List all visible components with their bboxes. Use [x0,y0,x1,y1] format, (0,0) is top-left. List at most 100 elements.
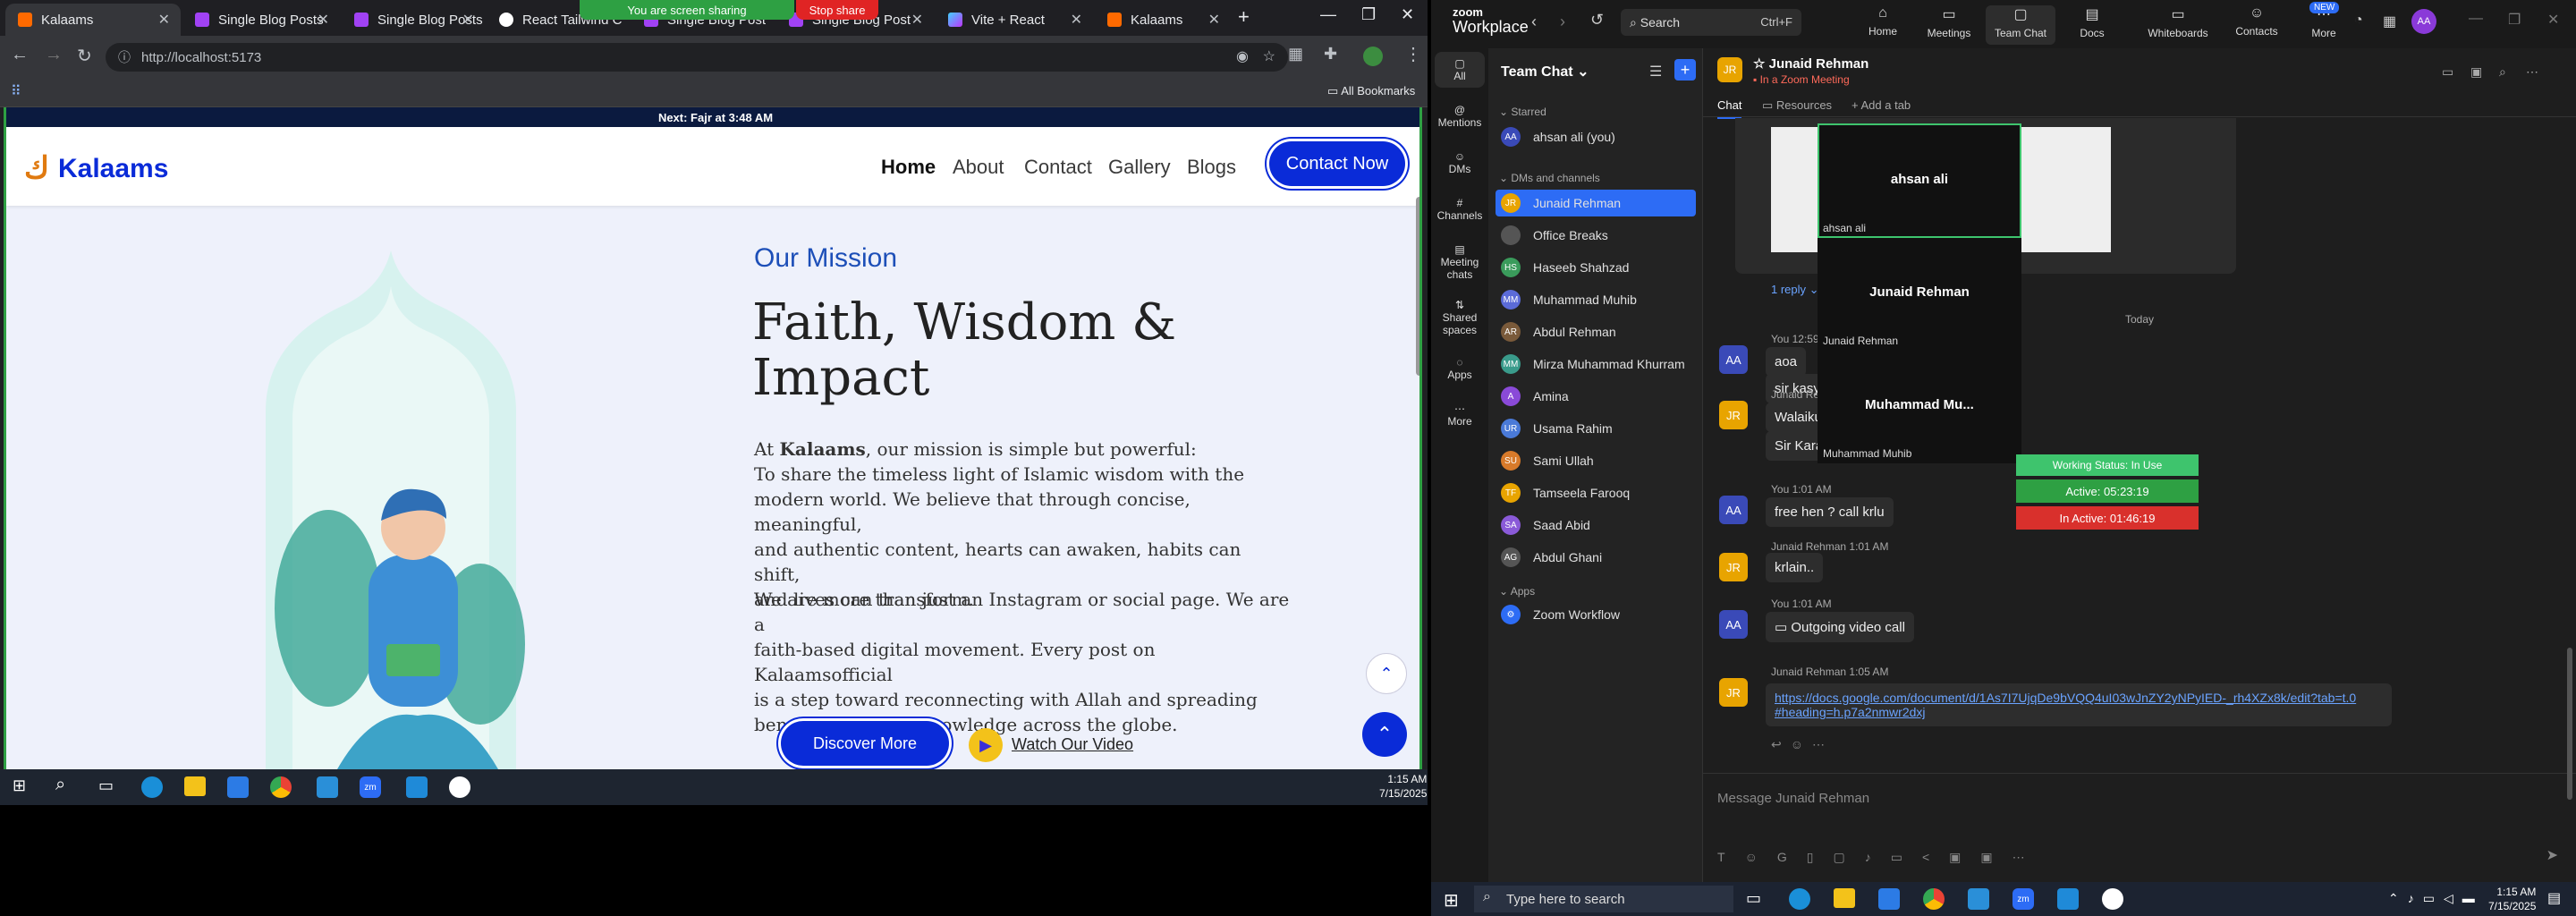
tab-resources[interactable]: ▭ Resources [1762,98,1832,113]
avatar[interactable]: JR [1719,553,1748,581]
windows-start-icon[interactable]: ⊞ [1444,889,1459,912]
list-item[interactable]: TF Tamseela Farooq [1496,479,1696,506]
video-tile-1[interactable]: ahsan ali ahsan ali [1818,123,2021,238]
calendar-icon[interactable]: ▦ [2383,13,2396,30]
close-icon[interactable]: ✕ [1208,11,1220,29]
mic-icon[interactable]: ♪ [1865,850,1891,864]
app-icon[interactable]: ▣ [1949,850,1980,864]
list-item[interactable]: HS Haseeb Shahzad [1496,254,1696,281]
file-explorer-icon[interactable] [1834,888,1855,908]
list-item[interactable]: SA Saad Abid [1496,512,1696,539]
task-view-icon[interactable]: ▭ [98,776,114,795]
vscode-blue-icon[interactable] [1968,888,1989,910]
message-composer[interactable]: Message Junaid Rehman T☺G▯▢♪▭<▣▣⋯ ➤ [1717,780,2558,877]
list-item[interactable]: UR Usama Rahim [1496,415,1696,442]
file-explorer-icon[interactable] [184,776,206,796]
puzzle-icon[interactable]: ✚ [1324,45,1337,64]
extensions-icon[interactable]: ▦ [1288,45,1303,64]
message-author[interactable]: Junaid Rehman [1771,666,1846,678]
rail-all[interactable]: ▢ All [1435,52,1485,88]
vscode-blue-icon[interactable] [317,776,338,798]
code-icon[interactable]: < [1922,850,1949,864]
zoom-search-input[interactable]: ⌕ Search Ctrl+F [1621,9,1801,36]
list-item-zoom-workflow[interactable]: ⚙ Zoom Workflow [1496,601,1696,628]
rail-more[interactable]: ⋯ More [1431,403,1488,428]
list-item[interactable]: MM Mirza Muhammad Khurram [1496,351,1696,377]
filter-icon[interactable]: ☰ [1649,63,1662,81]
play-icon[interactable]: ▶ [969,728,1003,762]
forward-icon[interactable]: → [45,45,63,65]
page-scrollbar[interactable] [1416,197,1419,376]
search-icon[interactable]: ⌕ [2499,64,2506,80]
tab-home[interactable]: ⌂ Home [1852,5,1914,45]
rail-dms[interactable]: ☺ DMs [1431,150,1488,175]
starred-section[interactable]: ⌄ Starred [1499,106,1546,118]
site-logo[interactable]: Kalaams [58,154,168,184]
video-call-icon[interactable]: ▭ [2442,64,2453,80]
chat-scrollbar[interactable] [2567,648,2572,800]
video-tile-3[interactable]: Muhammad Mu... Muhammad Muhib [1818,351,2021,463]
avatar[interactable]: AA [2411,9,2436,34]
tab-contacts[interactable]: ☺ Contacts [2225,5,2288,45]
message-link[interactable]: #heading=h.p7a2nmwr2dxj [1775,705,2383,719]
list-item[interactable]: AG Abdul Ghani [1496,544,1696,571]
chrome-icon[interactable] [270,776,292,798]
dms-channels-section[interactable]: ⌄ DMs and channels [1499,172,1600,184]
minimize-button[interactable]: — [1320,5,1336,24]
more-icon[interactable]: ⋯ [2526,64,2538,80]
reload-icon[interactable]: ↻ [77,45,92,67]
browser-tab-7[interactable]: Vite + React ✕ [936,4,1093,36]
chat-header-name[interactable]: ☆ Junaid Rehman [1753,55,1868,72]
minimize-button[interactable]: — [2469,11,2483,27]
list-item[interactable]: Office Breaks [1496,222,1696,249]
zoom-app-icon[interactable]: zm [2012,888,2034,910]
close-icon[interactable]: ✕ [462,11,474,29]
browser-tab-8[interactable]: Kalaams ✕ [1095,4,1231,36]
maximize-button[interactable]: ❐ [2508,11,2521,29]
tab-whiteboards[interactable]: ▭ Whiteboards [2138,5,2218,45]
nav-blogs[interactable]: Blogs [1187,156,1236,179]
edge-icon[interactable] [1789,888,1810,910]
new-chat-button[interactable]: + [1674,59,1696,81]
windows-start-icon[interactable]: ⊞ [13,776,26,795]
rail-meeting-chats[interactable]: ▤ Meeting chats [1431,243,1488,281]
vscode-icon[interactable] [2057,888,2079,910]
screen-share-icon[interactable]: ▣ [2470,64,2482,80]
video-clip-icon[interactable]: ▭ [1891,850,1922,864]
rail-shared-spaces[interactable]: ⇅ Shared spaces [1431,299,1488,336]
reply-link[interactable]: 1 reply ⌄ [1771,283,1819,297]
close-icon[interactable]: ✕ [911,11,923,29]
all-bookmarks[interactable]: ▭ All Bookmarks [1327,84,1415,98]
watch-video-link[interactable]: Watch Our Video [1012,735,1133,754]
edge-icon[interactable] [141,776,163,798]
rail-mentions[interactable]: @ Mentions [1431,104,1488,129]
screenshot-icon[interactable]: ▢ [1833,850,1864,864]
list-title[interactable]: Team Chat ⌄ [1501,63,1589,81]
format-icon[interactable]: T [1717,850,1745,864]
close-window-button[interactable]: ✕ [1401,5,1414,24]
list-item-me[interactable]: AA ahsan ali (you) [1496,123,1696,150]
profile-avatar[interactable] [1363,47,1383,66]
stop-share-button[interactable]: Stop share [796,0,878,20]
nav-home[interactable]: Home [881,156,936,179]
emoji-icon[interactable]: ☺ [1791,737,1812,751]
zoom-app-icon[interactable]: zm [360,776,381,798]
contact-now-button[interactable]: Contact Now [1269,141,1405,186]
task-view-icon[interactable]: ▭ [1746,889,1761,908]
tab-team-chat[interactable]: ▢ Team Chat [1986,5,2055,45]
new-tab-button[interactable]: + [1238,5,1250,29]
browser-tab-1[interactable]: Kalaams ✕ [5,4,181,36]
taskbar-search-input[interactable]: ⌕ Type here to search [1474,886,1733,912]
address-bar[interactable]: ⓘ http://localhost:5173 ◉ ☆ [106,43,1288,72]
app-icon[interactable]: ▣ [1980,850,2012,864]
close-icon[interactable]: ✕ [1071,11,1082,29]
tab-add[interactable]: + Add a tab [1852,98,1911,112]
forward-icon[interactable]: › [1560,13,1565,31]
close-icon[interactable]: ✕ [158,11,170,29]
apps-section[interactable]: ⌄ Apps [1499,585,1535,598]
list-item[interactable]: AR Abdul Rehman [1496,318,1696,345]
close-icon[interactable]: ✕ [318,11,329,29]
attach-icon[interactable]: ▯ [1807,850,1834,864]
nav-contact[interactable]: Contact [1024,156,1092,179]
scroll-top-button[interactable]: ⌃ [1362,712,1407,757]
